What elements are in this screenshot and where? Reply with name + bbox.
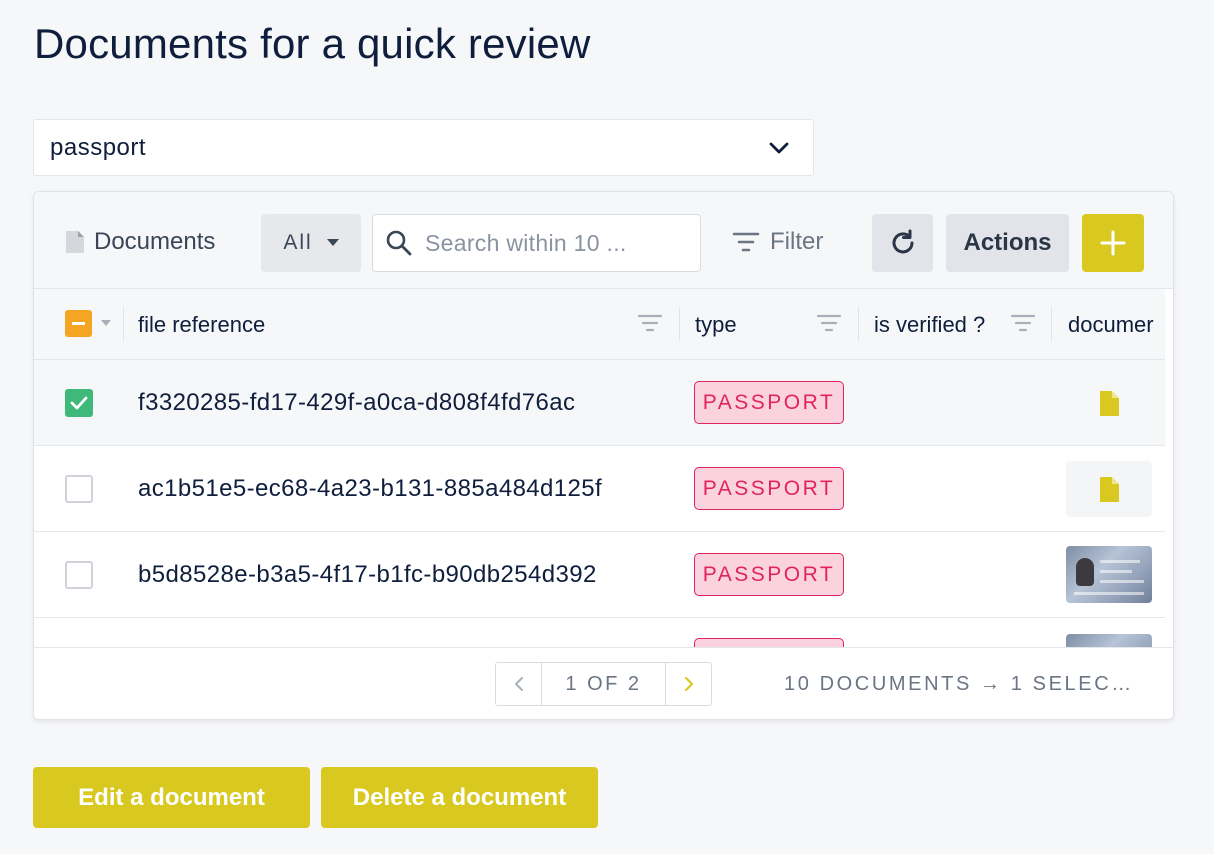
actions-button[interactable]: Actions [946, 214, 1069, 272]
chevron-down-icon [769, 142, 789, 154]
document-preview[interactable] [1066, 461, 1152, 517]
file-reference-cell: f3320285-fd17-429f-a0ca-d808f4fd76ac [138, 389, 576, 416]
column-separator [1051, 307, 1052, 341]
page-title: Documents for a quick review [34, 20, 591, 67]
table-row[interactable]: f3320285-fd17-429f-a0ca-d808f4fd76ac PAS… [34, 360, 1165, 446]
search-icon [386, 230, 412, 256]
search-placeholder: Search within 10 ... [425, 229, 627, 256]
delete-document-button[interactable]: Delete a document [321, 767, 598, 828]
column-header-is-verified[interactable]: is verified ? [874, 289, 985, 360]
column-header-document[interactable]: documer [1068, 289, 1165, 360]
document-type-select[interactable]: passport [33, 119, 814, 176]
all-filter-label: All [283, 231, 313, 254]
filter-button[interactable]: Filter [732, 228, 823, 256]
column-header-file-reference[interactable]: file reference [138, 289, 265, 360]
type-badge: PASSPORT [694, 381, 844, 424]
table-footer: 1 OF 2 10 DOCUMENTS → 1 SELEC… [34, 647, 1173, 719]
previous-page-button[interactable] [496, 663, 542, 705]
refresh-icon [892, 229, 913, 254]
checkmark-icon [70, 396, 88, 410]
chevron-right-icon [684, 676, 693, 692]
table-header: file reference type is verified ? docume… [34, 289, 1165, 360]
passport-thumbnail[interactable] [1066, 546, 1152, 603]
column-label: type [695, 311, 737, 337]
pagination: 1 OF 2 [495, 662, 712, 706]
add-button[interactable] [1082, 214, 1144, 272]
all-filter-dropdown[interactable]: All [261, 214, 361, 272]
caret-down-icon [326, 239, 339, 246]
file-icon [1100, 476, 1119, 502]
select-all-checkbox[interactable] [65, 310, 92, 337]
caret-down-icon[interactable] [101, 320, 111, 327]
chevron-left-icon [514, 677, 523, 691]
table-row[interactable]: b5d8528e-b3a5-4f17-b1fc-b90db254d392 PAS… [34, 532, 1165, 618]
column-label: file reference [138, 311, 266, 337]
refresh-button[interactable] [872, 214, 933, 272]
table-row[interactable]: ac1b51e5-ec68-4a23-b131-885a484d125f PAS… [34, 446, 1165, 532]
page-indicator: 1 OF 2 [565, 672, 642, 695]
type-badge: PASSPORT [694, 467, 844, 510]
row-checkbox[interactable] [65, 389, 93, 417]
column-label: documer [1068, 311, 1154, 337]
file-reference-cell: ac1b51e5-ec68-4a23-b131-885a484d125f [138, 475, 603, 502]
file-icon [1100, 390, 1119, 416]
document-icon [66, 231, 84, 253]
edit-document-button[interactable]: Edit a document [33, 767, 310, 828]
column-filter-icon[interactable] [1011, 313, 1035, 333]
column-separator [123, 307, 124, 341]
document-preview[interactable] [1066, 375, 1152, 431]
select-value: passport [50, 133, 147, 161]
row-checkbox[interactable] [65, 475, 93, 503]
row-checkbox[interactable] [65, 561, 93, 589]
toolbar: Documents All Search within 10 ... Filte… [34, 192, 1173, 289]
next-page-button[interactable] [665, 663, 711, 705]
documents-panel: Documents All Search within 10 ... Filte… [33, 191, 1174, 720]
toolbar-title-label: Documents [94, 228, 216, 255]
column-separator [679, 307, 680, 341]
filter-label: Filter [770, 228, 824, 255]
file-reference-cell: b5d8528e-b3a5-4f17-b1fc-b90db254d392 [138, 561, 597, 588]
plus-icon [1100, 230, 1126, 256]
document-count: 10 DOCUMENTS → 1 SELEC… [784, 673, 1134, 695]
filter-icon [732, 232, 760, 252]
column-header-type[interactable]: type [695, 289, 737, 360]
search-input[interactable]: Search within 10 ... [372, 214, 701, 272]
column-separator [858, 307, 859, 341]
column-filter-icon[interactable] [638, 313, 662, 333]
column-filter-icon[interactable] [817, 313, 841, 333]
toolbar-title: Documents [64, 228, 215, 256]
column-label: is verified ? [874, 311, 986, 337]
type-badge: PASSPORT [694, 553, 844, 596]
